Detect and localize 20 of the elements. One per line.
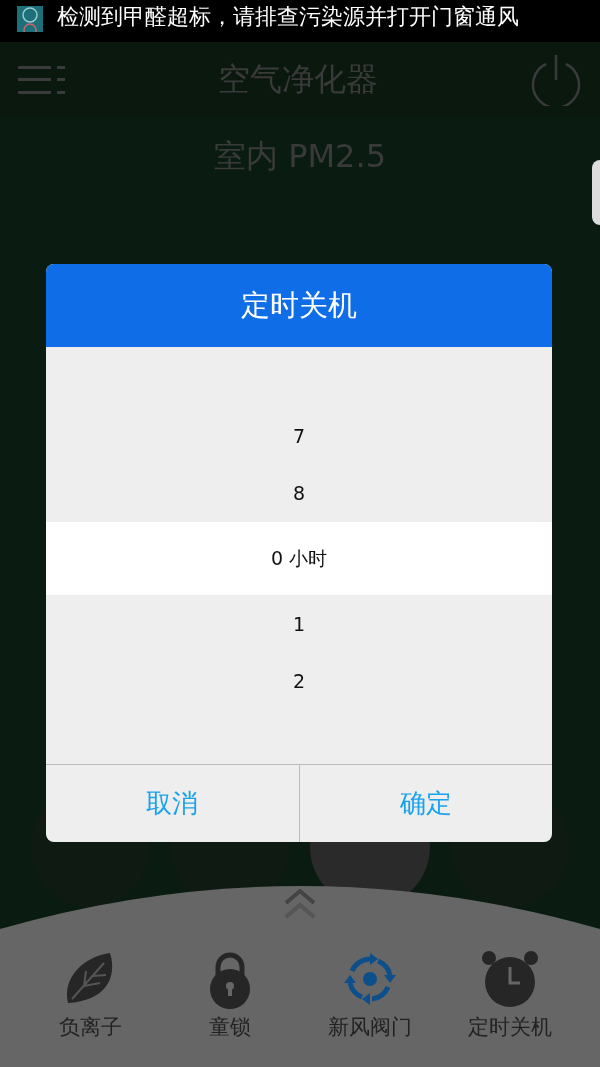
picker-option[interactable]: 7	[46, 407, 552, 465]
picker-option[interactable]: 8	[46, 464, 552, 522]
function-label: 定时关机	[468, 1014, 552, 1040]
function-label: 新风阀门	[328, 1014, 412, 1040]
function-tab[interactable]: 定时关机	[445, 949, 575, 1041]
dialog-button[interactable]: 确定	[298, 765, 552, 842]
function-label: 童锁	[209, 1014, 251, 1040]
dialog-title: 定时关机	[46, 264, 552, 347]
dialog-button[interactable]: 取消	[46, 765, 299, 842]
alarm-clock-icon	[480, 949, 540, 1009]
function-label: 负离子	[58, 1014, 122, 1040]
drawer-handle[interactable]	[592, 160, 600, 225]
picker-option[interactable]: 1	[46, 595, 552, 653]
function-tab[interactable]: 负离子	[25, 949, 155, 1041]
app-icon	[17, 6, 43, 32]
function-tab[interactable]: 新风阀门	[305, 949, 435, 1041]
picker-option[interactable]: 0 小时	[46, 522, 552, 595]
function-tab[interactable]: 童锁	[165, 949, 295, 1041]
picker-option[interactable]: 2	[46, 652, 552, 710]
notification-text: 检测到甲醛超标，请排查污染源并打开门窗通风	[57, 3, 519, 31]
